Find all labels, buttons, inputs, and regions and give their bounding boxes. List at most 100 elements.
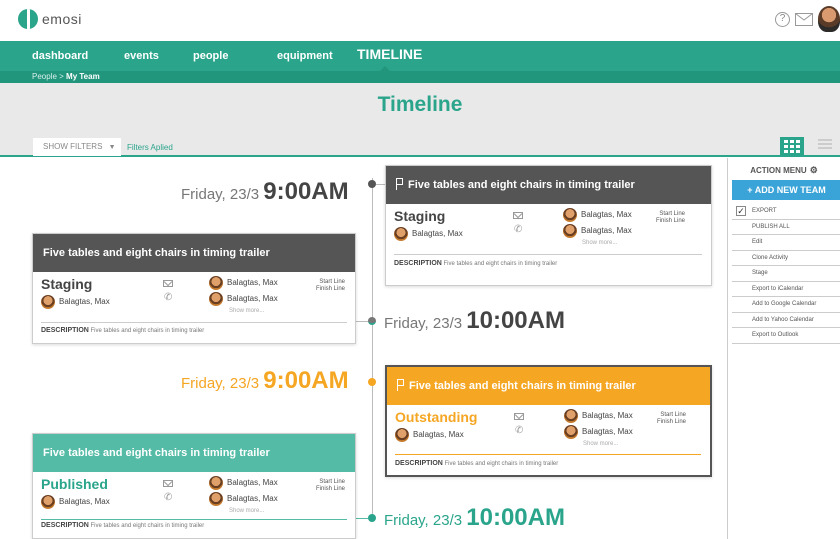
nav-dashboard[interactable]: dashboard <box>32 50 88 62</box>
lead-person[interactable]: Balagtas, Max <box>41 295 110 309</box>
lead-person[interactable]: Balagtas, Max <box>395 428 464 442</box>
avatar <box>41 295 55 309</box>
avatar <box>563 224 577 238</box>
list-view-icon[interactable] <box>818 139 832 152</box>
nav-equipment[interactable]: equipment <box>277 50 333 62</box>
show-more-link[interactable]: Show more... <box>582 240 617 246</box>
filters-applied[interactable]: Filters Aplied <box>127 143 173 152</box>
desc-label: DESCRIPTION <box>395 460 443 467</box>
flag-icon <box>397 379 405 391</box>
nav-people[interactable]: people <box>193 50 228 62</box>
person-name: Balagtas, Max <box>59 297 110 307</box>
person-name: Balagtas, Max <box>581 210 632 220</box>
logo-icon <box>18 9 38 29</box>
assigned-person[interactable]: Balagtas, Max <box>564 409 633 423</box>
mail-icon[interactable] <box>795 12 813 26</box>
assigned-person[interactable]: Balagtas, Max <box>209 476 278 490</box>
main-nav: dashboard events people equipment TIMELI… <box>0 41 840 71</box>
person-name: Balagtas, Max <box>227 478 278 488</box>
help-icon[interactable]: ? <box>775 11 790 27</box>
card-header: Five tables and eight chairs in timing t… <box>386 166 711 204</box>
person-name: Balagtas, Max <box>59 497 110 507</box>
chevron-down-icon: ▼ <box>108 144 116 151</box>
phone-icon[interactable]: ✆ <box>514 224 522 235</box>
desc-text: Five tables and eight chairs in timing t… <box>444 461 559 467</box>
gear-icon[interactable]: ⚙ <box>810 165 818 176</box>
divider <box>394 254 702 255</box>
menu-item-yahoo-calendar[interactable]: Add to Yahoo Calendar <box>732 313 840 328</box>
show-filters-dropdown[interactable]: SHOW FILTERS ▼ <box>33 138 121 156</box>
avatar <box>209 292 223 306</box>
card-header: Five tables and eight chairs in timing t… <box>33 434 355 472</box>
menu-item-export-icalendar[interactable]: Export to iCalendar <box>732 282 840 297</box>
person-name: Balagtas, Max <box>582 411 633 421</box>
assigned-person[interactable]: Balagtas, Max <box>564 425 633 439</box>
mail-icon[interactable] <box>163 480 173 487</box>
app-logo[interactable]: emosi <box>18 9 82 29</box>
desc-text: Five tables and eight chairs in timing t… <box>90 328 205 334</box>
lead-person[interactable]: Balagtas, Max <box>41 495 110 509</box>
card-header: Five tables and eight chairs in timing t… <box>33 234 355 272</box>
phone-icon[interactable]: ✆ <box>164 492 172 503</box>
timeline-dot <box>368 514 376 522</box>
time-value: 10:00AM <box>466 307 565 334</box>
show-more-link[interactable]: Show more... <box>229 308 264 314</box>
task-card[interactable]: Five tables and eight chairs in timing t… <box>385 365 712 477</box>
assigned-person[interactable]: Balagtas, Max <box>563 208 632 222</box>
grid-view-icon[interactable] <box>780 137 804 155</box>
nav-events[interactable]: events <box>124 50 159 62</box>
menu-item-clone-activity[interactable]: Clone Activity <box>732 251 840 266</box>
menu-item-export-outlook[interactable]: Export to Outlook <box>732 328 840 344</box>
task-card[interactable]: Five tables and eight chairs in timing t… <box>385 165 712 286</box>
flag-icon <box>396 178 404 190</box>
phone-icon[interactable]: ✆ <box>164 292 172 303</box>
lead-person[interactable]: Balagtas, Max <box>394 227 463 241</box>
avatar[interactable] <box>818 6 840 32</box>
show-more-link[interactable]: Show more... <box>583 441 618 447</box>
connector <box>356 518 368 519</box>
assigned-person[interactable]: Balagtas, Max <box>563 224 632 238</box>
person-name: Balagtas, Max <box>581 226 632 236</box>
line-finish: Finish Line <box>316 486 346 492</box>
avatar <box>41 495 55 509</box>
menu-item-export[interactable]: ✓ EXPORT <box>732 204 840 220</box>
assigned-person[interactable]: Balagtas, Max <box>209 292 278 306</box>
avatar <box>209 492 223 506</box>
mail-icon[interactable] <box>513 212 523 219</box>
task-card[interactable]: Five tables and eight chairs in timing t… <box>32 233 356 344</box>
timeline-axis <box>372 178 373 522</box>
mail-icon[interactable] <box>163 280 173 287</box>
avatar <box>563 208 577 222</box>
breadcrumb-parent[interactable]: People <box>32 72 57 81</box>
task-card[interactable]: Five tables and eight chairs in timing t… <box>32 433 356 539</box>
card-header: Five tables and eight chairs in timing t… <box>387 367 710 405</box>
line-start: Start Line <box>660 412 687 418</box>
time-marker: Friday, 23/3 10:00AM <box>384 307 565 335</box>
time-day: Friday, 23/3 <box>181 186 260 203</box>
export-checkbox[interactable]: ✓ <box>736 206 746 216</box>
mail-icon[interactable] <box>514 413 524 420</box>
desc-text: Five tables and eight chairs in timing t… <box>90 523 205 529</box>
avatar <box>564 409 578 423</box>
breadcrumb-current: My Team <box>66 72 100 81</box>
nav-timeline[interactable]: TIMELINE <box>357 46 422 62</box>
assigned-person[interactable]: Balagtas, Max <box>209 492 278 506</box>
menu-item-stage[interactable]: Stage <box>732 266 840 282</box>
time-day: Friday, 23/3 <box>384 512 463 529</box>
card-title: Five tables and eight chairs in timing t… <box>43 247 270 259</box>
page-title: Timeline <box>377 93 463 116</box>
time-value: 9:00AM <box>263 367 349 394</box>
card-title: Five tables and eight chairs in timing t… <box>43 447 270 459</box>
show-more-link[interactable]: Show more... <box>229 508 264 514</box>
phone-icon[interactable]: ✆ <box>515 425 523 436</box>
add-new-team-button[interactable]: + ADD NEW TEAM <box>732 180 840 200</box>
line-start: Start Line <box>319 279 346 285</box>
menu-item-edit[interactable]: Edit <box>732 235 840 251</box>
breadcrumb: People > My Team <box>0 71 840 83</box>
page-header: Timeline SHOW FILTERS ▼ Filters Aplied <box>0 83 840 157</box>
card-title: Five tables and eight chairs in timing t… <box>408 179 635 191</box>
menu-item-publish-all[interactable]: PUBLISH ALL <box>732 220 840 235</box>
time-day: Friday, 23/3 <box>181 375 260 392</box>
menu-item-google-calendar[interactable]: Add to Google Calendar <box>732 297 840 313</box>
assigned-person[interactable]: Balagtas, Max <box>209 276 278 290</box>
